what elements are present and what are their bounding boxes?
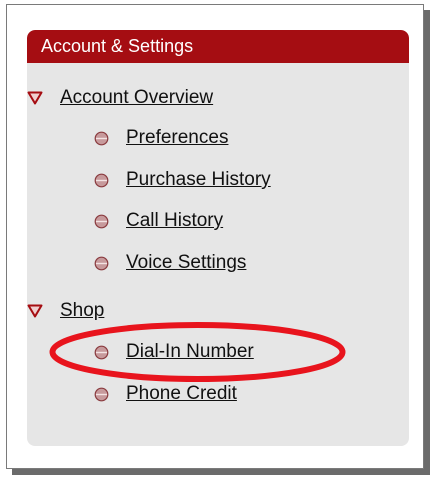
nav-item-preferences[interactable]: Preferences [94,125,228,151]
bullet-dot-icon [94,173,109,187]
bullet-dot-icon [94,214,109,228]
nav-section-label[interactable]: Shop [60,300,104,322]
panel-header: Account & Settings [27,30,409,63]
nav-item-label[interactable]: Voice Settings [126,252,246,274]
bullet-dot-icon [94,387,109,401]
nav-item-label[interactable]: Preferences [126,127,228,149]
nav-item-voice-settings[interactable]: Voice Settings [94,250,246,276]
nav-section-shop[interactable]: Shop [27,298,104,324]
triangle-down-icon [27,91,43,105]
nav-section-label[interactable]: Account Overview [60,87,213,109]
nav-item-call-history[interactable]: Call History [94,208,223,234]
bullet-dot-icon [94,345,109,359]
nav-item-phone-credit[interactable]: Phone Credit [94,381,237,407]
nav-item-label[interactable]: Call History [126,210,223,232]
nav-item-label[interactable]: Phone Credit [126,383,237,405]
nav-item-dial-in-number[interactable]: Dial-In Number [94,339,254,365]
nav-item-purchase-history[interactable]: Purchase History [94,167,271,193]
nav-item-label[interactable]: Purchase History [126,169,271,191]
bullet-dot-icon [94,256,109,270]
triangle-down-icon [27,304,43,318]
bullet-dot-icon [94,131,109,145]
panel-title: Account & Settings [41,36,194,56]
nav-section-account-overview[interactable]: Account Overview [27,85,213,111]
nav-item-label[interactable]: Dial-In Number [126,341,254,363]
